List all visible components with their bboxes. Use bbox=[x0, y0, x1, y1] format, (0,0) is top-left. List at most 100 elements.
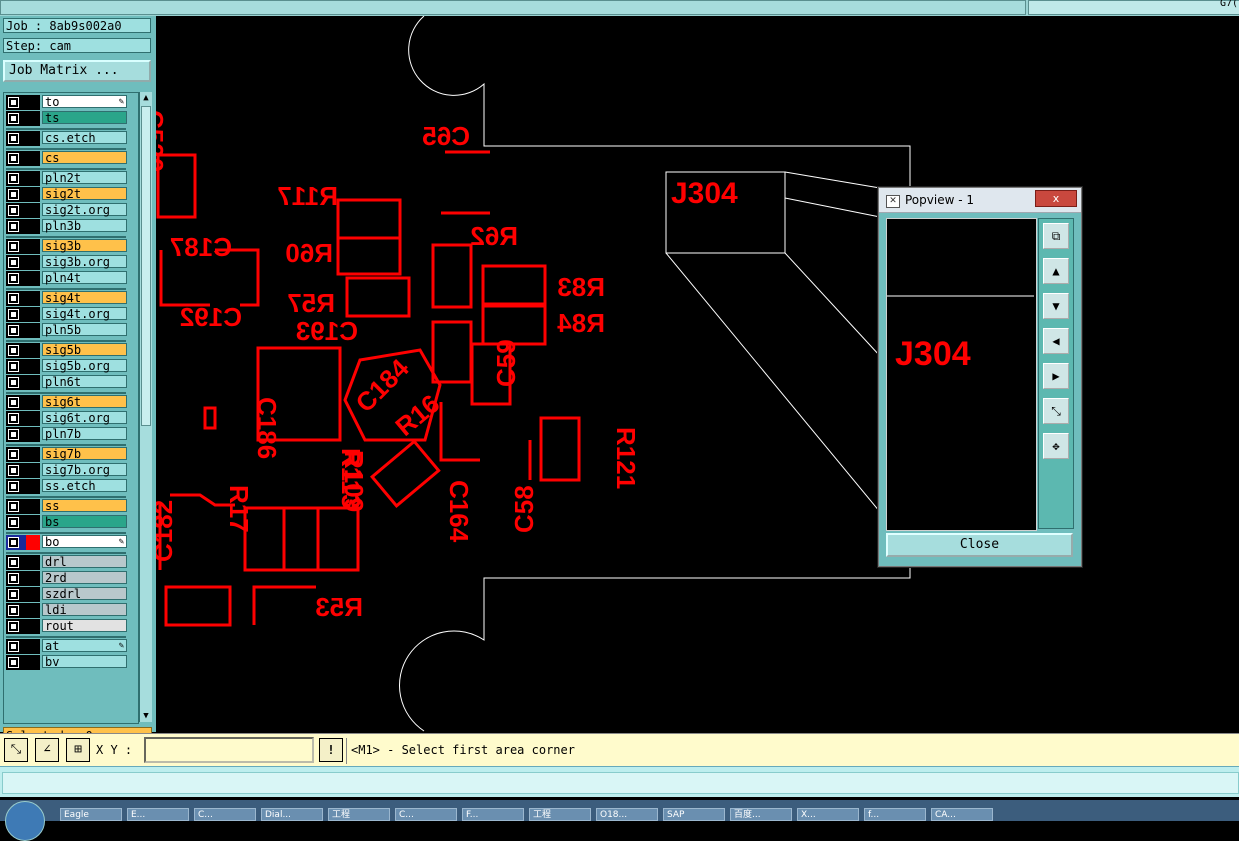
layer-name[interactable]: pln5b bbox=[42, 323, 127, 337]
layer-toggle[interactable] bbox=[6, 499, 40, 514]
layer-row[interactable]: ldi bbox=[6, 603, 127, 618]
layer-toggle[interactable] bbox=[6, 219, 40, 234]
checkbox-icon[interactable] bbox=[8, 133, 19, 144]
pan-right-icon[interactable]: ▶ bbox=[1043, 363, 1069, 389]
window-close-icon[interactable]: x bbox=[1035, 190, 1077, 207]
layer-name[interactable]: pln7b bbox=[42, 427, 127, 441]
layer-name[interactable]: sig5b bbox=[42, 343, 127, 357]
taskbar-item[interactable]: Eagle bbox=[60, 808, 122, 821]
layer-row[interactable]: szdrl bbox=[6, 587, 127, 602]
layer-name[interactable]: pln4t bbox=[42, 271, 127, 285]
checkbox-icon[interactable] bbox=[8, 657, 19, 668]
layer-name[interactable]: szdrl bbox=[42, 587, 127, 601]
layer-row[interactable]: sig5b.org bbox=[6, 359, 127, 374]
checkbox-icon[interactable] bbox=[8, 589, 19, 600]
taskbar-item[interactable]: SAP bbox=[663, 808, 725, 821]
checkbox-icon[interactable] bbox=[8, 97, 19, 108]
checkbox-icon[interactable] bbox=[8, 113, 19, 124]
layer-name[interactable]: drl bbox=[42, 555, 127, 569]
pan-down-icon[interactable]: ▼ bbox=[1043, 293, 1069, 319]
layer-name[interactable]: at ✎ bbox=[42, 639, 127, 653]
checkbox-icon[interactable] bbox=[8, 413, 19, 424]
layer-toggle[interactable] bbox=[6, 515, 40, 530]
layer-row[interactable]: sig4t bbox=[6, 291, 127, 306]
popview-view[interactable]: J304 bbox=[886, 218, 1037, 531]
layer-row[interactable]: ts bbox=[6, 111, 127, 126]
layer-toggle[interactable] bbox=[6, 291, 40, 306]
layer-row[interactable]: sig5b bbox=[6, 343, 127, 358]
checkbox-icon[interactable] bbox=[8, 517, 19, 528]
layer-name[interactable]: bv bbox=[42, 655, 127, 669]
layer-toggle[interactable] bbox=[6, 171, 40, 186]
layer-name[interactable]: pln3b bbox=[42, 219, 127, 233]
layer-name[interactable]: sig4t bbox=[42, 291, 127, 305]
scroll-up-icon[interactable]: ▲ bbox=[140, 92, 152, 104]
layer-name[interactable]: ldi bbox=[42, 603, 127, 617]
layer-row[interactable]: pln6t bbox=[6, 375, 127, 390]
taskbar-item[interactable]: 百度... bbox=[730, 808, 792, 821]
layer-row[interactable]: ss.etch bbox=[6, 479, 127, 494]
layer-toggle[interactable] bbox=[6, 535, 40, 550]
fit-icon[interactable]: ⤡ bbox=[1043, 398, 1069, 424]
taskbar-item[interactable]: O18... bbox=[596, 808, 658, 821]
checkbox-icon[interactable] bbox=[8, 573, 19, 584]
layer-name[interactable]: ss bbox=[42, 499, 127, 513]
start-button[interactable] bbox=[5, 801, 45, 841]
layer-toggle[interactable] bbox=[6, 203, 40, 218]
layer-name[interactable]: cs bbox=[42, 151, 127, 165]
layer-toggle[interactable] bbox=[6, 655, 40, 670]
layer-toggle[interactable] bbox=[6, 111, 40, 126]
layer-toggle[interactable] bbox=[6, 239, 40, 254]
layer-row[interactable]: bs bbox=[6, 515, 127, 530]
checkbox-icon[interactable] bbox=[8, 153, 19, 164]
checkbox-icon[interactable] bbox=[8, 241, 19, 252]
layer-row[interactable]: drl bbox=[6, 555, 127, 570]
checkbox-icon[interactable] bbox=[8, 361, 19, 372]
layer-toggle[interactable] bbox=[6, 587, 40, 602]
layer-name[interactable]: bs bbox=[42, 515, 127, 529]
grid-icon[interactable]: ⊞ bbox=[66, 738, 90, 762]
command-input[interactable] bbox=[2, 772, 1239, 794]
popview-titlebar[interactable]: ✕ Popview - 1 x bbox=[879, 188, 1081, 213]
taskbar-item[interactable]: C... bbox=[395, 808, 457, 821]
layer-toggle[interactable] bbox=[6, 603, 40, 618]
layer-row[interactable]: bv bbox=[6, 655, 127, 670]
layer-toggle[interactable] bbox=[6, 395, 40, 410]
taskbar-item[interactable]: C... bbox=[194, 808, 256, 821]
measure-icon[interactable]: ⤡ bbox=[4, 738, 28, 762]
taskbar-item[interactable]: X... bbox=[797, 808, 859, 821]
layer-toggle[interactable] bbox=[6, 151, 40, 166]
layer-toggle[interactable] bbox=[6, 95, 40, 110]
layer-toggle[interactable] bbox=[6, 555, 40, 570]
layer-toggle[interactable] bbox=[6, 343, 40, 358]
layer-row[interactable]: rout bbox=[6, 619, 127, 634]
layer-name[interactable]: sig4t.org bbox=[42, 307, 127, 321]
taskbar-item[interactable]: F... bbox=[462, 808, 524, 821]
checkbox-icon[interactable] bbox=[8, 345, 19, 356]
scroll-thumb[interactable] bbox=[141, 106, 151, 426]
layer-toggle[interactable] bbox=[6, 427, 40, 442]
taskbar-item[interactable]: 工程 bbox=[328, 808, 390, 821]
layer-toggle[interactable] bbox=[6, 187, 40, 202]
checkbox-icon[interactable] bbox=[8, 309, 19, 320]
layer-name[interactable]: sig5b.org bbox=[42, 359, 127, 373]
taskbar-item[interactable]: 工程 bbox=[529, 808, 591, 821]
checkbox-icon[interactable] bbox=[8, 557, 19, 568]
layer-toggle[interactable] bbox=[6, 359, 40, 374]
checkbox-icon[interactable] bbox=[8, 189, 19, 200]
layer-row[interactable]: bo ✎ bbox=[6, 535, 127, 550]
layer-name[interactable]: to ✎ bbox=[42, 95, 127, 109]
layer-toggle[interactable] bbox=[6, 307, 40, 322]
checkbox-icon[interactable] bbox=[8, 449, 19, 460]
layer-name[interactable]: bo ✎ bbox=[42, 535, 127, 549]
layer-name[interactable]: ss.etch bbox=[42, 479, 127, 493]
checkbox-icon[interactable] bbox=[8, 325, 19, 336]
checkbox-icon[interactable] bbox=[8, 377, 19, 388]
layer-toggle[interactable] bbox=[6, 639, 40, 654]
layer-row[interactable]: pln4t bbox=[6, 271, 127, 286]
layer-name[interactable]: pln2t bbox=[42, 171, 127, 185]
popview-close-button[interactable]: Close bbox=[886, 533, 1073, 557]
checkbox-icon[interactable] bbox=[8, 397, 19, 408]
layer-row[interactable]: at ✎ bbox=[6, 639, 127, 654]
layer-name[interactable]: sig6t bbox=[42, 395, 127, 409]
